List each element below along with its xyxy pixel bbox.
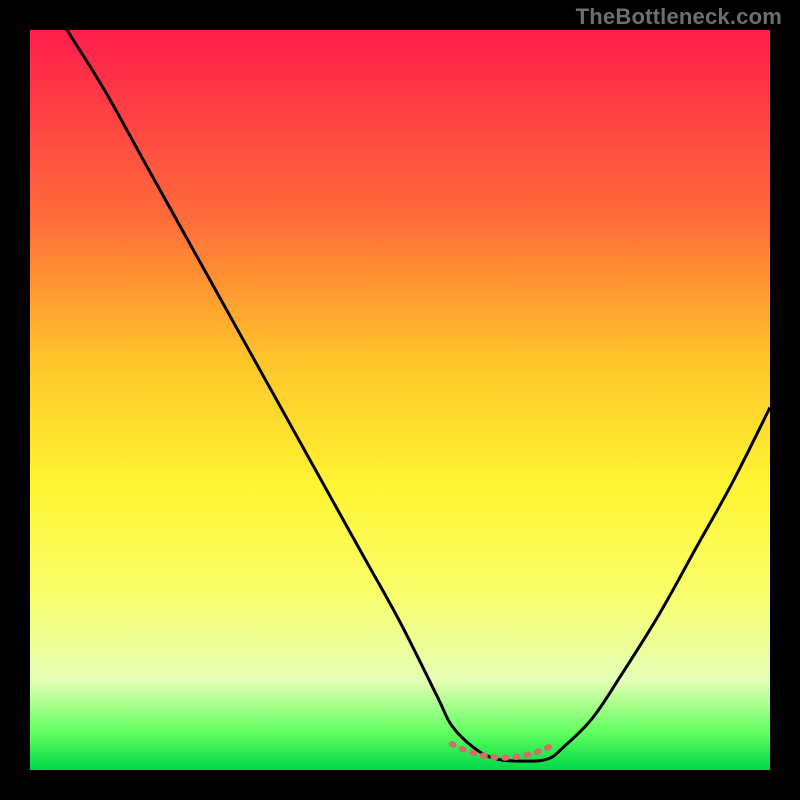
plot-background (30, 30, 770, 770)
chart-container: TheBottleneck.com (0, 0, 800, 800)
bottleneck-chart (0, 0, 800, 800)
